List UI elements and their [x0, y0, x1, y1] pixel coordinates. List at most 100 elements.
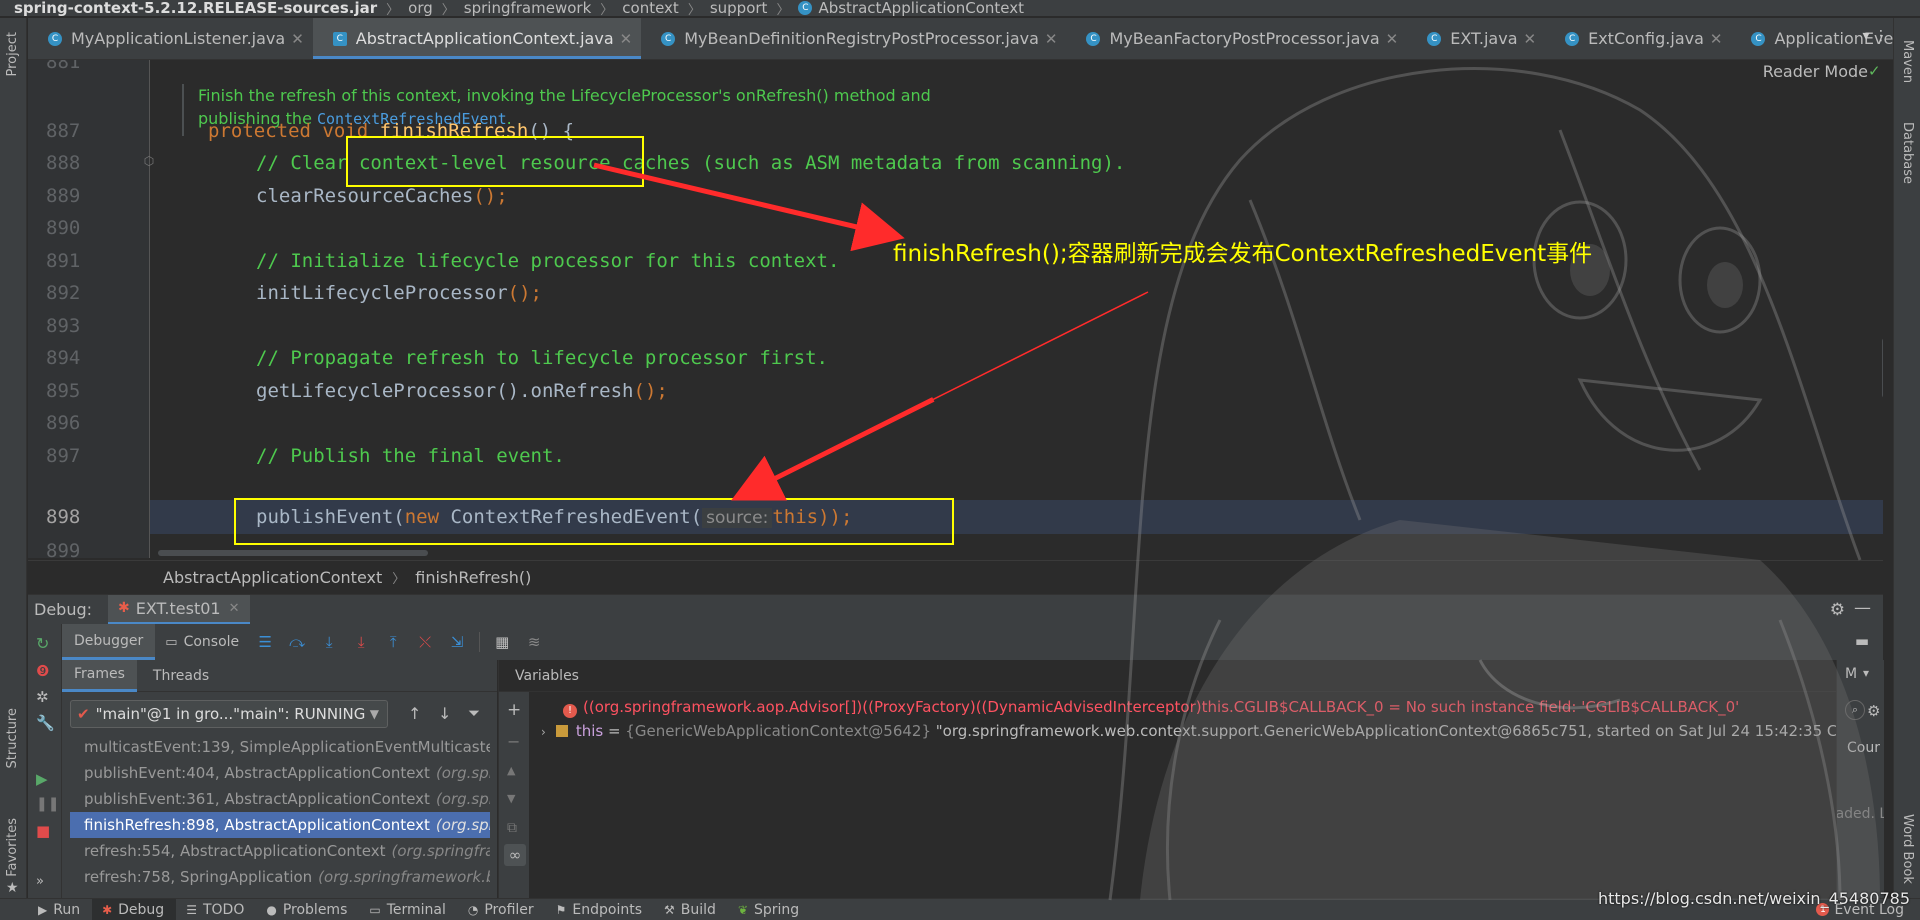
step-into-icon[interactable]: ⤓ [318, 631, 340, 653]
layout-icon[interactable]: ☰ [254, 631, 276, 653]
highlight-box-method [346, 136, 644, 187]
nav-item-context[interactable]: context [622, 0, 679, 16]
pause-icon[interactable]: ❚❚ [36, 796, 59, 812]
reader-mode-toggle[interactable]: Reader Mode [1763, 62, 1868, 81]
variables-toolbar: + − ▲ ▼ ⧉ ∞ [499, 692, 529, 898]
editor-vertical-scrollbar[interactable] [1882, 338, 1883, 398]
copy-icon[interactable]: ⧉ [507, 820, 517, 836]
tab-my-bean-factory-post-processor[interactable]: C MyBeanFactoryPostProcessor.java ✕ [1066, 18, 1407, 59]
close-icon[interactable]: ✕ [1710, 30, 1723, 48]
stop-icon[interactable]: ■ [36, 822, 50, 840]
stack-frame[interactable]: publishEvent:404, AbstractApplicationCon… [70, 760, 490, 786]
problems-tool-button[interactable]: ● Problems [256, 899, 359, 920]
force-step-into-icon[interactable]: ⤓ [350, 631, 372, 653]
arrow-down-icon[interactable]: ↓ [438, 704, 451, 723]
close-icon[interactable]: ✕ [229, 601, 240, 616]
step-over-icon[interactable]: ⤼ [286, 631, 308, 653]
tab-abstract-application-context[interactable]: C AbstractApplicationContext.java ✕ [312, 18, 642, 59]
code-editor[interactable]: Finish the refresh of this context, invo… [28, 60, 1883, 558]
tab-ext-config[interactable]: C ExtConfig.java ✕ [1545, 18, 1731, 59]
glasses-icon[interactable]: ∞ [504, 844, 526, 866]
debug-tool-button[interactable]: ✱ Debug [92, 898, 177, 920]
evaluate-expression-icon[interactable]: ▦ [491, 631, 513, 653]
close-icon[interactable]: ✕ [620, 30, 633, 48]
code-line-889: clearResourceCaches(); [256, 185, 508, 207]
editor-horizontal-scrollbar[interactable] [158, 550, 428, 556]
fold-icon[interactable]: ⬡ [142, 152, 156, 170]
endpoints-tool-button[interactable]: ⚑ Endpoints [546, 899, 654, 920]
stack-frame[interactable]: refresh:554, AbstractApplicationContext(… [70, 838, 490, 864]
todo-tool-button[interactable]: ☰ TODO [176, 899, 256, 920]
editor-breadcrumb-class[interactable]: AbstractApplicationContext [163, 568, 382, 587]
debug-session-tab[interactable]: ✱ EXT.test01 ✕ [108, 594, 250, 625]
spring-tool-button[interactable]: ❦ Spring [728, 899, 811, 920]
close-icon[interactable]: ✕ [291, 30, 304, 48]
nav-item-springframework[interactable]: springframework [464, 0, 591, 16]
nav-jar[interactable]: spring-context-5.2.12.RELEASE-sources.ja… [14, 0, 377, 16]
favorites-tool-button[interactable]: Favorites [5, 818, 20, 877]
step-out-icon[interactable]: ⤒ [382, 631, 404, 653]
settings-wrench-icon[interactable]: 🔧 [36, 714, 55, 732]
word-book-tool-button[interactable]: Word Book [1900, 814, 1915, 884]
drop-frame-icon[interactable]: ⤬ [414, 631, 436, 653]
thread-selector[interactable]: ✔ "main"@1 in gro..."main": RUNNING ▼ [70, 700, 388, 728]
close-icon[interactable]: ✕ [1045, 30, 1058, 48]
search-icon[interactable]: ⌕ [1845, 700, 1865, 720]
tab-console[interactable]: ▭ Console [155, 624, 249, 660]
restore-layout-icon[interactable]: ▬ [1855, 632, 1869, 650]
chevron-down-icon[interactable]: ▾ [1863, 666, 1869, 680]
problems-icon: ● [266, 902, 277, 917]
run-tool-button[interactable]: ▶ Run [0, 899, 92, 920]
gear-icon[interactable]: ⚙ [1830, 600, 1845, 620]
nav-item-support[interactable]: support [710, 0, 768, 16]
close-icon[interactable]: ✕ [1524, 30, 1537, 48]
editor-breadcrumb-method[interactable]: finishRefresh() [415, 568, 531, 587]
arrow-up-icon[interactable]: ↑ [408, 704, 421, 723]
structure-tool-button[interactable]: Structure [5, 708, 20, 768]
project-tool-button[interactable]: Project [5, 32, 20, 76]
run-to-cursor-icon[interactable]: ⇲ [446, 631, 468, 653]
stack-frame[interactable]: multicastEvent:139, SimpleApplicationEve… [70, 734, 490, 760]
tab-my-application-listener[interactable]: C MyApplicationListener.java ✕ [28, 18, 313, 59]
more-icon[interactable]: » [36, 874, 44, 889]
maven-tool-button[interactable]: Maven [1900, 40, 1915, 83]
line-number: 891 [46, 250, 81, 272]
star-icon: ★ [6, 880, 19, 896]
nav-item-class[interactable]: AbstractApplicationContext [818, 0, 1024, 16]
code-line-891: // Initialize lifecycle processor for th… [256, 250, 840, 272]
variable-error-row[interactable]: ! ((org.springframework.aop.Advisor[])((P… [563, 698, 1739, 718]
variable-this-row[interactable]: › this = {GenericWebApplicationContext@56… [541, 722, 1870, 740]
move-down-icon[interactable]: ▼ [507, 792, 515, 805]
highlight-box-publish [234, 498, 954, 545]
tab-threads[interactable]: Threads [137, 668, 225, 684]
rerun-failed-icon[interactable]: ❾ [36, 662, 49, 680]
stack-frame[interactable]: refresh:758, SpringApplication (org.sprin… [70, 864, 490, 890]
filter-icon[interactable]: ⏷ [468, 704, 480, 722]
database-tool-button[interactable]: Database [1900, 122, 1915, 184]
stack-frame-selected[interactable]: finishRefresh:898, AbstractApplicationCo… [70, 812, 490, 838]
profiler-tool-button[interactable]: ◔ Profiler [458, 899, 546, 920]
remove-watch-icon[interactable]: − [507, 732, 520, 751]
tab-ext[interactable]: C EXT.java ✕ [1407, 18, 1545, 59]
code-line-892: initLifecycleProcessor(); [256, 282, 542, 304]
tab-my-bean-definition-registry-post-processor[interactable]: C MyBeanDefinitionRegistryPostProcessor.… [641, 18, 1066, 59]
nav-item-org[interactable]: org [408, 0, 433, 16]
trace-icon[interactable]: ≋ [523, 631, 545, 653]
tab-list-chevron-icon[interactable]: ▾ ⋮ [1863, 28, 1888, 44]
editor-breadcrumb: AbstractApplicationContext 〉 finishRefre… [28, 560, 1883, 594]
bug-icon[interactable]: ✲ [36, 688, 49, 706]
line-number: 895 [46, 380, 81, 402]
chevron-right-icon[interactable]: › [541, 725, 546, 739]
close-icon[interactable]: ✕ [1386, 30, 1399, 48]
add-watch-icon[interactable]: + [507, 700, 521, 720]
resume-icon[interactable]: ▶ [36, 770, 48, 788]
move-up-icon[interactable]: ▲ [507, 764, 515, 777]
minimize-icon[interactable]: — [1854, 598, 1871, 618]
build-tool-button[interactable]: ⚒ Build [654, 899, 728, 920]
gear-icon[interactable]: ⚙ [1867, 702, 1880, 720]
tab-debugger[interactable]: Debugger [62, 624, 156, 660]
tab-frames[interactable]: Frames [62, 659, 137, 692]
terminal-tool-button[interactable]: ▭ Terminal [359, 899, 458, 920]
rerun-icon[interactable]: ↻ [36, 634, 49, 653]
stack-frame[interactable]: publishEvent:361, AbstractApplicationCon… [70, 786, 490, 812]
